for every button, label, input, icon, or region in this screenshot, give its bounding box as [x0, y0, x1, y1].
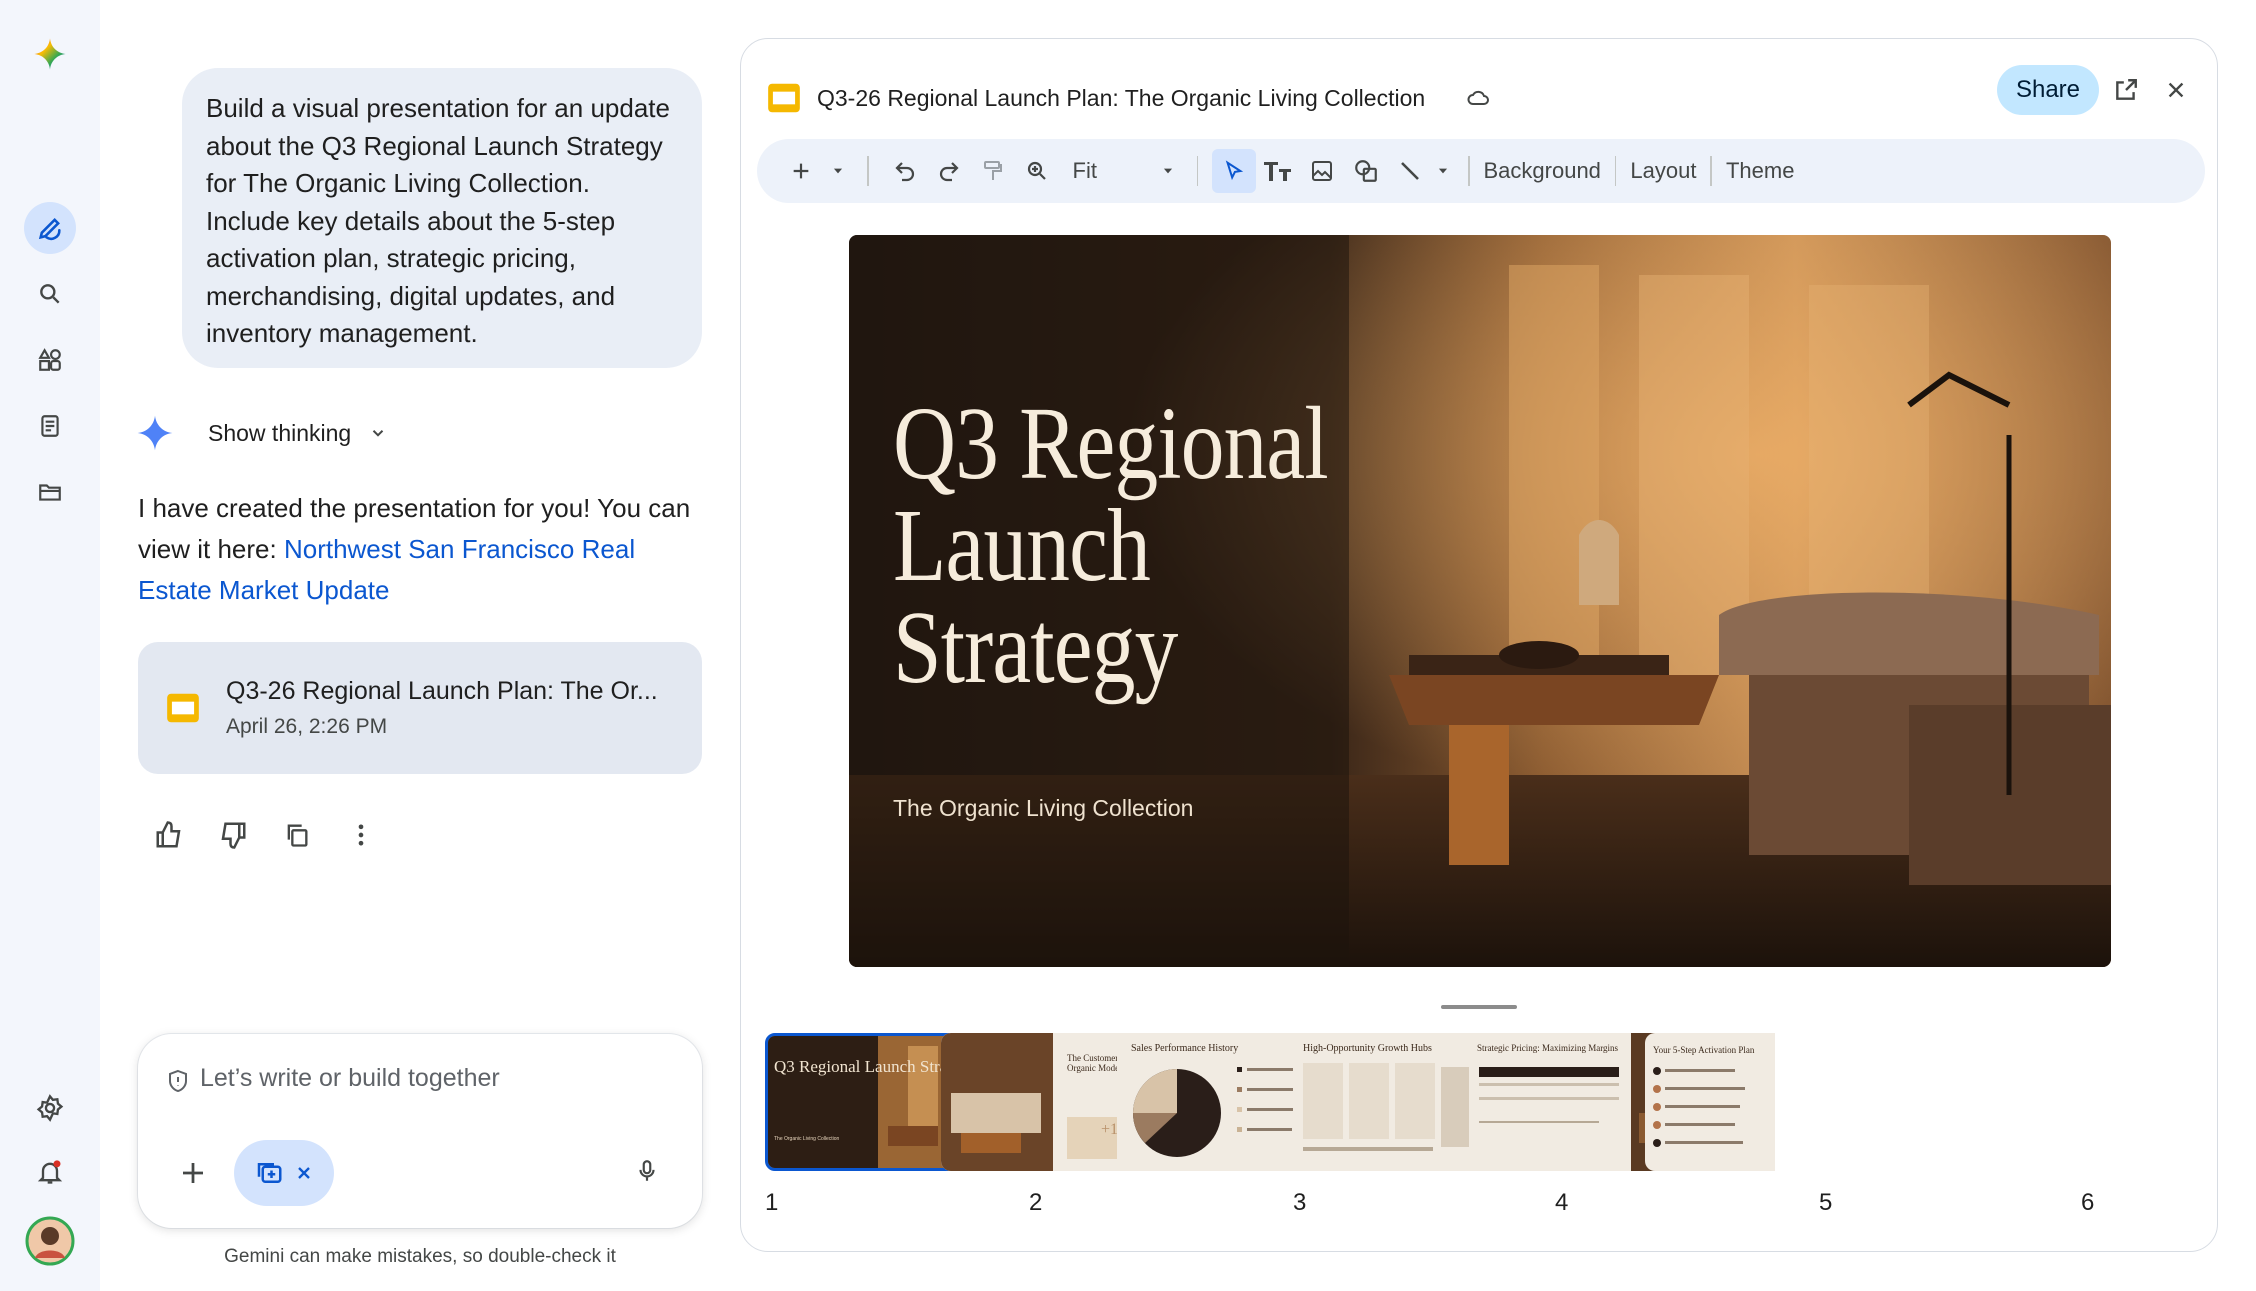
background-button[interactable]: Background: [1484, 149, 1601, 193]
show-thinking-label: Show thinking: [208, 419, 352, 446]
left-rail: [0, 0, 100, 1291]
presentation-panel: Q3-26 Regional Launch Plan: The Organic …: [740, 38, 2218, 1252]
toolbar-divider: [1710, 156, 1712, 186]
file-card-date: April 26, 2:26 PM: [226, 715, 388, 738]
thumb-1-subtitle: The Organic Living Collection: [774, 1136, 840, 1142]
show-thinking-toggle[interactable]: Show thinking: [136, 414, 387, 452]
panel-header: Q3-26 Regional Launch Plan: The Organic …: [765, 69, 2193, 127]
insert-add-icon[interactable]: [779, 149, 823, 193]
paint-format-icon[interactable]: [971, 149, 1015, 193]
shape-icon[interactable]: [1344, 149, 1388, 193]
thumb-6-list: [1653, 1067, 1745, 1147]
zoom-select[interactable]: Fit: [1073, 149, 1153, 193]
microphone-icon[interactable]: [634, 1156, 660, 1186]
open-in-new-icon[interactable]: [2113, 77, 2139, 103]
more-vert-icon[interactable]: [344, 818, 378, 852]
main-slide[interactable]: Q3 Regional Launch Strategy The Organic …: [849, 235, 2111, 967]
line-icon[interactable]: [1388, 149, 1432, 193]
slides-app-icon: [768, 83, 800, 113]
thumb-6-title: Your 5-Step Activation Plan: [1653, 1045, 1755, 1055]
slide-number-2: 2: [1029, 1189, 1043, 1216]
zoom-icon[interactable]: [1015, 149, 1059, 193]
slide-number-6: 6: [2081, 1189, 2095, 1216]
file-card-title: Q3-26 Regional Launch Plan: The Or...: [226, 677, 658, 705]
new-chat-icon[interactable]: [24, 202, 76, 254]
slides-toolbar: Fit Background Layout Theme: [757, 139, 2205, 203]
user-prompt-bubble: Build a visual presentation for an updat…: [182, 68, 702, 368]
select-cursor-icon[interactable]: [1212, 149, 1256, 193]
slides-file-icon: [167, 693, 199, 723]
settings-icon[interactable]: [24, 1082, 76, 1134]
shield-icon: [169, 1069, 187, 1093]
share-button[interactable]: Share: [1997, 65, 2099, 115]
slide-thumbnail-6[interactable]: Your 5-Step Activation Plan: [1645, 1033, 1775, 1171]
canvas-tool-chip[interactable]: [234, 1140, 334, 1206]
toolbar-divider: [1614, 156, 1617, 186]
doc-title: Q3-26 Regional Launch Plan: The Organic …: [817, 84, 1426, 111]
toolbar-divider: [867, 156, 869, 186]
slide-number-3: 3: [1293, 1189, 1307, 1216]
thumb-4-title: High-Opportunity Growth Hubs: [1303, 1043, 1432, 1054]
image-icon[interactable]: [1300, 149, 1344, 193]
slide-subtitle: The Organic Living Collection: [893, 795, 1194, 821]
response-actions: [152, 818, 378, 852]
notifications-icon[interactable]: [24, 1146, 76, 1198]
gemini-spark-icon: [137, 415, 173, 451]
notebook-icon[interactable]: [24, 400, 76, 452]
undo-icon[interactable]: [883, 149, 927, 193]
thumbs-down-icon[interactable]: [216, 818, 250, 852]
close-icon[interactable]: [2165, 79, 2187, 101]
slide-number-5: 5: [1819, 1189, 1833, 1216]
prompt-input-box: Let’s write or build together: [138, 1034, 702, 1228]
line-dropdown-icon[interactable]: [1432, 149, 1454, 193]
text-box-icon[interactable]: [1256, 149, 1300, 193]
layout-button[interactable]: Layout: [1630, 149, 1696, 193]
chat-panel: Build a visual presentation for an updat…: [100, 0, 740, 1291]
canvas-icon: [257, 1163, 282, 1183]
slide-number-1: 1: [765, 1189, 779, 1216]
apps-icon[interactable]: [24, 334, 76, 386]
file-card[interactable]: Q3-26 Regional Launch Plan: The Or... Ap…: [138, 642, 702, 774]
slide-number-4: 4: [1555, 1189, 1569, 1216]
slide-title: Q3 Regional Launch Strategy: [893, 386, 1329, 705]
toolbar-divider: [1196, 156, 1198, 186]
response-text: I have created the presentation for you!…: [138, 493, 691, 605]
disclaimer: Gemini can make mistakes, so double-chec…: [224, 1246, 616, 1267]
redo-icon[interactable]: [927, 149, 971, 193]
add-icon[interactable]: [178, 1158, 208, 1188]
avatar[interactable]: [24, 1215, 76, 1267]
thumbs-up-icon[interactable]: [152, 818, 186, 852]
gemini-logo-icon[interactable]: [24, 28, 76, 80]
thumb-3-title: Sales Performance History: [1131, 1043, 1239, 1054]
copy-icon[interactable]: [280, 818, 314, 852]
resize-handle[interactable]: [1441, 1005, 1517, 1009]
zoom-dropdown-icon[interactable]: [1153, 149, 1183, 193]
close-chip-icon[interactable]: [294, 1163, 314, 1183]
theme-button[interactable]: Theme: [1726, 149, 1794, 193]
insert-dropdown-icon[interactable]: [823, 149, 853, 193]
toolbar-divider: [1468, 156, 1470, 186]
thumb-3-pie: [1133, 1069, 1221, 1157]
prompt-input[interactable]: Let’s write or build together: [200, 1064, 500, 1093]
cloud-icon[interactable]: [1463, 86, 1493, 110]
folder-icon[interactable]: [24, 466, 76, 518]
chevron-down-icon: [373, 430, 384, 437]
search-icon[interactable]: [24, 268, 76, 320]
